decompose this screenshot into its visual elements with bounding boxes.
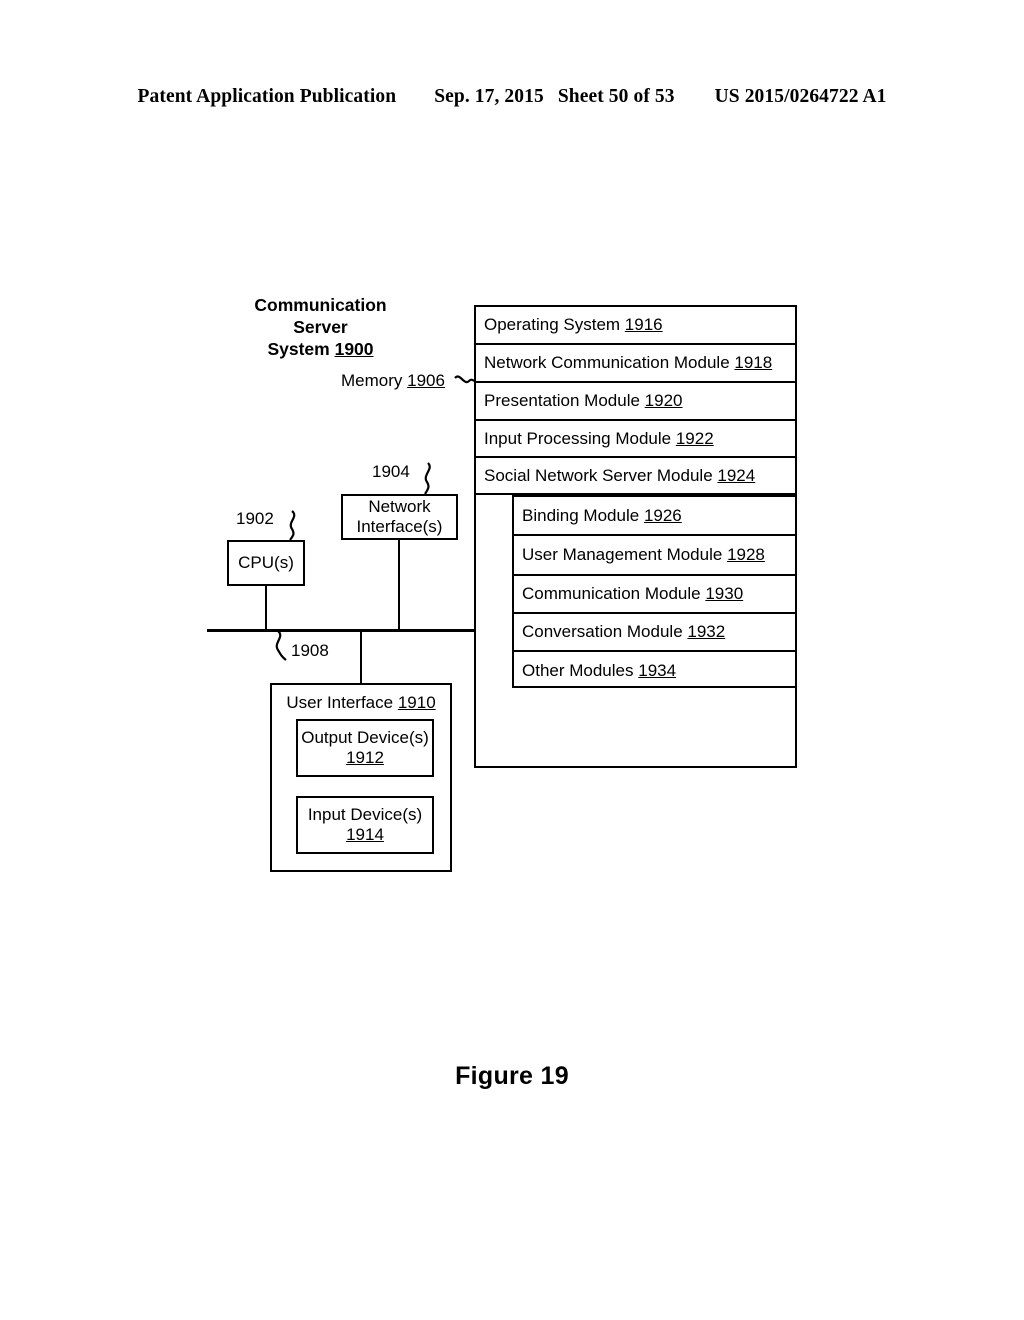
submodule-ref: 1928: [727, 545, 765, 564]
module-label: Presentation Module: [484, 391, 640, 410]
submodule-row: Other Modules 1934: [514, 652, 795, 690]
module-label: Social Network Server Module: [484, 465, 713, 485]
submodule-label: Conversation Module: [522, 622, 683, 641]
user-interface-bus-connector: [360, 629, 362, 683]
cpu-leader-line: [289, 510, 296, 541]
social-network-server-submodules: Binding Module 1926 User Management Modu…: [512, 495, 797, 688]
module-label: Operating System: [484, 315, 621, 334]
module-ref: 1922: [675, 428, 714, 448]
input-device-ref: 1914: [346, 825, 384, 844]
memory-module-row: Input Processing Module 1922: [476, 421, 795, 458]
submodule-label: Communication Module: [522, 584, 701, 603]
system-title-line1: Communication Server: [254, 295, 387, 337]
user-interface-label: User Interface 1910: [286, 693, 436, 712]
module-label: Network Communication Module: [484, 353, 730, 372]
submodule-ref: 1930: [705, 584, 744, 603]
module-ref: 1924: [717, 465, 756, 485]
figure-19-diagram: Communication Server System 1900 Memory …: [0, 0, 1024, 1320]
submodule-row: User Management Module 1928: [514, 536, 795, 576]
system-ref: 1900: [334, 338, 374, 359]
memory-module-row: Presentation Module 1920: [476, 383, 795, 421]
submodule-row: Conversation Module 1932: [514, 614, 795, 652]
user-interface-ref: 1910: [397, 693, 436, 712]
system-bus: [207, 629, 476, 632]
cpu-box: CPU(s): [227, 540, 305, 586]
cpu-label: CPU(s): [238, 552, 294, 572]
module-ref: 1918: [734, 353, 773, 372]
memory-module-row: Network Communication Module 1918: [476, 345, 795, 383]
submodule-label: Other Modules: [522, 661, 634, 680]
output-device-label: Output Device(s): [301, 727, 429, 747]
submodule-ref: 1934: [638, 661, 677, 680]
cpu-bus-connector: [265, 586, 267, 631]
bus-ref: 1908: [291, 641, 329, 660]
network-interface-line1: Network: [368, 496, 431, 516]
network-interface-bus-connector: [398, 540, 400, 631]
module-ref: 1916: [624, 315, 663, 334]
input-device-label: Input Device(s): [307, 804, 423, 824]
memory-module-row: Social Network Server Module 1924: [476, 458, 795, 495]
memory-ref: 1906: [407, 371, 445, 390]
output-device-ref: 1912: [346, 748, 384, 767]
network-interface-line2: Interface(s): [356, 517, 443, 536]
input-device-box: Input Device(s) 1914: [296, 796, 434, 854]
cpu-ref: 1902: [236, 509, 274, 528]
submodule-row: Binding Module 1926: [514, 497, 795, 536]
memory-module-row: Operating System 1916: [476, 307, 795, 345]
user-interface-box: User Interface 1910 Output Device(s) 191…: [270, 683, 452, 872]
submodule-label: Binding Module: [522, 505, 640, 525]
module-ref: 1920: [644, 391, 683, 410]
module-label: Input Processing Module: [484, 428, 672, 448]
submodule-ref: 1926: [643, 505, 682, 525]
output-device-box: Output Device(s) 1912: [296, 719, 434, 777]
system-title: Communication Server System 1900: [228, 295, 413, 361]
network-interface-box: Network Interface(s): [341, 494, 458, 540]
submodule-row: Communication Module 1930: [514, 576, 795, 614]
submodule-ref: 1932: [687, 622, 726, 641]
system-title-line2: System: [267, 338, 330, 359]
network-interface-leader-line: [424, 462, 431, 495]
figure-caption: Figure 19: [455, 1062, 569, 1090]
submodule-label: User Management Module: [522, 545, 723, 564]
memory-label: Memory 1906: [341, 371, 445, 390]
network-interface-ref: 1904: [372, 462, 410, 481]
